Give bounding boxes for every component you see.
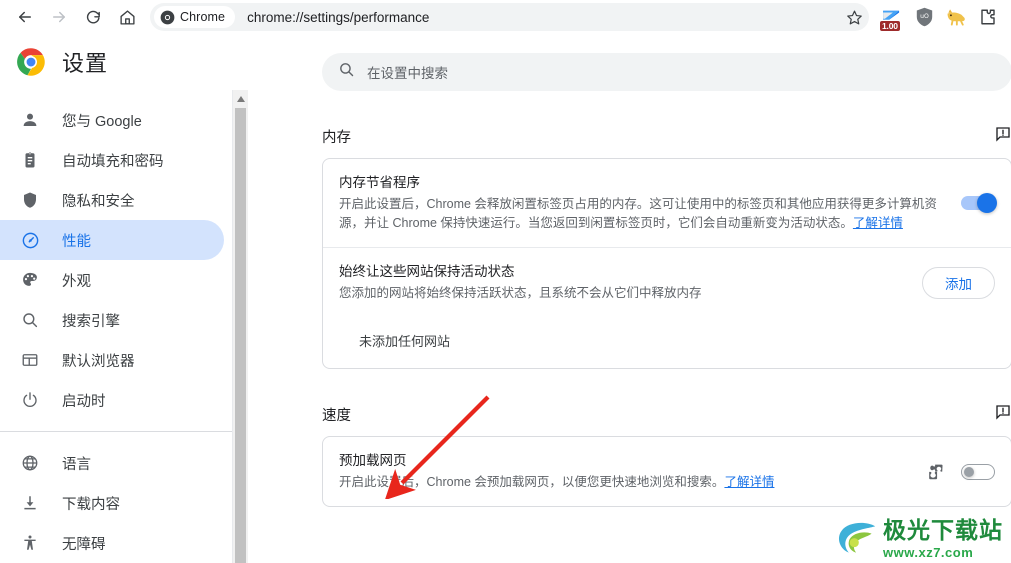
memory-heading: 内存: [322, 130, 351, 146]
person-icon: [20, 110, 40, 130]
sidebar-item-label: 默认浏览器: [62, 353, 135, 370]
feedback-icon[interactable]: [994, 125, 1011, 148]
feedback-icon[interactable]: [994, 403, 1011, 426]
sidebar-item-label: 隐私和安全: [62, 193, 135, 210]
sidebar-item-label: 外观: [62, 273, 91, 290]
sidebar-item-label: 性能: [62, 233, 91, 250]
extensions-puzzle-icon[interactable]: [973, 2, 1003, 32]
sidebar-item-you-and-google[interactable]: 您与 Google: [0, 100, 224, 140]
back-arrow-icon[interactable]: [8, 2, 42, 32]
address-bar-url: chrome://settings/performance: [247, 9, 430, 25]
ext-badge-icon[interactable]: 1.00: [877, 2, 907, 32]
page-scrollbar[interactable]: [233, 90, 248, 563]
no-sites-added-text: 未添加任何网站: [359, 334, 451, 349]
watermark-url: www.xz7.com: [883, 544, 974, 560]
chrome-logo-large-icon: [17, 48, 45, 76]
preload-desc-text: 开启此设置后，Chrome 会预加载网页，以便您更快速地浏览和搜索。: [339, 475, 725, 489]
memory-saver-row: 内存节省程序 开启此设置后，Chrome 会释放闲置标签页占用的内存。这可让使用…: [323, 159, 1011, 247]
speed-card: 预加载网页 开启此设置后，Chrome 会预加载网页，以便您更快速地浏览和搜索。…: [322, 436, 1011, 507]
chrome-chip: Chrome: [154, 6, 236, 28]
always-active-description: 您添加的网站将始终保持活跃状态，且系统不会从它们中释放内存: [339, 286, 702, 300]
browser-window: Chrome chrome://settings/performance 1.0…: [0, 0, 1011, 563]
globe-icon: [20, 453, 40, 473]
speed-heading: 速度: [322, 408, 351, 424]
sidebar-item-languages[interactable]: 语言: [0, 443, 224, 483]
watermark-title: 极光下载站: [883, 517, 1003, 544]
ext-badge-count: 1.00: [880, 21, 900, 31]
accessibility-icon: [20, 533, 40, 553]
clipboard-icon: [20, 150, 40, 170]
reload-icon[interactable]: [76, 2, 110, 32]
add-site-button[interactable]: 添加: [922, 266, 995, 299]
sidebar-item-privacy-security[interactable]: 隐私和安全: [0, 180, 224, 220]
star-icon[interactable]: [846, 9, 863, 26]
preload-toggle[interactable]: [961, 463, 995, 480]
browser-window-icon: [20, 350, 40, 370]
cat-extension-icon[interactable]: [941, 2, 971, 32]
sidebar-item-label: 搜索引擎: [62, 313, 120, 330]
extension-icons: 1.00 uO: [877, 2, 1003, 32]
speedometer-icon: [20, 230, 40, 250]
sidebar-item-label: 语言: [62, 456, 91, 473]
scroll-up-arrow-icon[interactable]: [233, 90, 248, 107]
settings-content: 在设置中搜索 内存 内存节省程序 开启此设置后，Chrome 会释放闲置标签页占…: [250, 34, 1011, 563]
address-bar[interactable]: Chrome chrome://settings/performance: [150, 3, 869, 31]
svg-text:uO: uO: [920, 13, 929, 20]
sidebar-item-search-engine[interactable]: 搜索引擎: [0, 300, 224, 340]
sidebar-item-label: 无障碍: [62, 536, 106, 553]
chrome-chip-label: Chrome: [180, 10, 226, 24]
memory-card: 内存节省程序 开启此设置后，Chrome 会释放闲置标签页占用的内存。这可让使用…: [322, 158, 1011, 369]
memory-saver-description: 开启此设置后，Chrome 会释放闲置标签页占用的内存。这可让使用中的标签页和其…: [339, 195, 945, 233]
preload-learn-more-link[interactable]: 了解详情: [724, 475, 774, 489]
memory-saver-toggle[interactable]: [961, 193, 997, 213]
sidebar-item-default-browser[interactable]: 默认浏览器: [0, 340, 224, 380]
preload-description: 开启此设置后，Chrome 会预加载网页，以便您更快速地浏览和搜索。了解详情: [339, 473, 910, 492]
sidebar-item-appearance[interactable]: 外观: [0, 260, 224, 300]
forward-arrow-icon: [42, 2, 76, 32]
shield-icon: [20, 190, 40, 210]
search-icon: [20, 310, 40, 330]
home-icon[interactable]: [110, 2, 144, 32]
sidebar-item-label: 您与 Google: [62, 113, 142, 130]
watermark-logo-icon: [838, 522, 876, 553]
settings-page: 设置 您与 Google 自动填充和密码 隐私和安全 性能 外观 搜索引擎 默认…: [0, 34, 1011, 563]
page-title: 设置: [62, 51, 109, 76]
ublock-shield-icon[interactable]: uO: [909, 2, 939, 32]
sidebar-divider: [0, 431, 232, 432]
power-icon: [20, 390, 40, 410]
preload-title: 预加载网页: [339, 453, 407, 468]
preload-pages-row: 预加载网页 开启此设置后，Chrome 会预加载网页，以便您更快速地浏览和搜索。…: [323, 437, 1011, 506]
sidebar-item-label: 自动填充和密码: [62, 153, 164, 170]
memory-saver-desc-text: 开启此设置后，Chrome 会释放闲置标签页占用的内存。这可让使用中的标签页和其…: [339, 197, 937, 230]
search-settings-input[interactable]: 在设置中搜索: [322, 53, 1011, 91]
sidebar-item-accessibility[interactable]: 无障碍: [0, 523, 224, 563]
settings-sidebar: 您与 Google 自动填充和密码 隐私和安全 性能 外观 搜索引擎 默认浏览器…: [0, 90, 232, 563]
download-icon: [20, 493, 40, 513]
search-icon: [338, 61, 355, 83]
chrome-logo-icon: [160, 10, 175, 24]
search-placeholder: 在设置中搜索: [367, 66, 448, 81]
sidebar-item-label: 下载内容: [62, 496, 120, 513]
memory-saver-title: 内存节省程序: [339, 175, 420, 190]
scrollbar-thumb[interactable]: [235, 108, 246, 563]
speed-section-header: 速度: [322, 403, 1011, 426]
sidebar-item-downloads[interactable]: 下载内容: [0, 483, 224, 523]
sidebar-item-on-startup[interactable]: 启动时: [0, 380, 224, 420]
memory-saver-learn-more-link[interactable]: 了解详情: [853, 216, 903, 230]
sidebar-item-autofill-passwords[interactable]: 自动填充和密码: [0, 140, 224, 180]
always-active-title: 始终让这些网站保持活动状态: [339, 264, 515, 279]
memory-section-header: 内存: [322, 125, 1011, 148]
puzzle-icon: [926, 462, 945, 481]
sidebar-item-label: 启动时: [62, 393, 106, 410]
palette-icon: [20, 270, 40, 290]
settings-brand: 设置: [0, 34, 250, 90]
site-watermark: 极光下载站 www.xz7.com: [835, 519, 1003, 559]
always-active-sites-row: 始终让这些网站保持活动状态 您添加的网站将始终保持活跃状态，且系统不会从它们中释…: [323, 248, 1011, 317]
sidebar-item-performance[interactable]: 性能: [0, 220, 224, 260]
browser-toolbar: Chrome chrome://settings/performance 1.0…: [0, 0, 1011, 34]
